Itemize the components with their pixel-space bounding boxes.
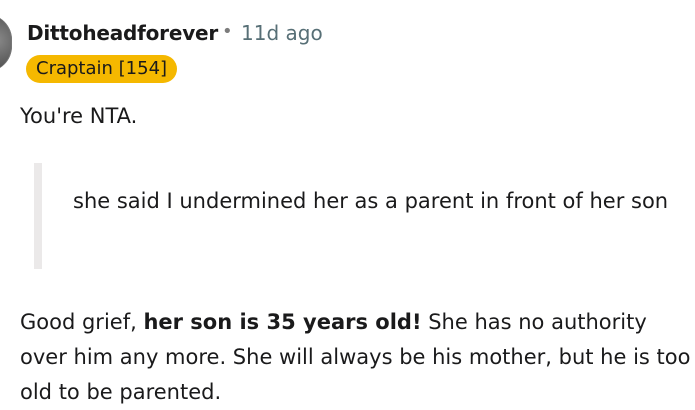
blockquote-bar [34,163,42,269]
comment-paragraph-2: Good grief, her son is 35 years old! She… [20,305,692,410]
paragraph-2-intro: Good grief, [20,310,144,334]
paragraph-2-bold-text: her son is 35 years old! [143,310,422,334]
blockquote-text: she said I undermined her as a parent in… [73,189,669,213]
comment-paragraph-1: You're NTA. [20,104,138,128]
comment-timestamp-link[interactable]: 11d ago [241,21,323,45]
meta-separator: • [222,21,233,42]
user-avatar[interactable] [0,14,12,72]
comment-author-link[interactable]: Dittoheadforever [27,21,218,45]
user-flair-badge: Craptain [154] [26,55,178,83]
